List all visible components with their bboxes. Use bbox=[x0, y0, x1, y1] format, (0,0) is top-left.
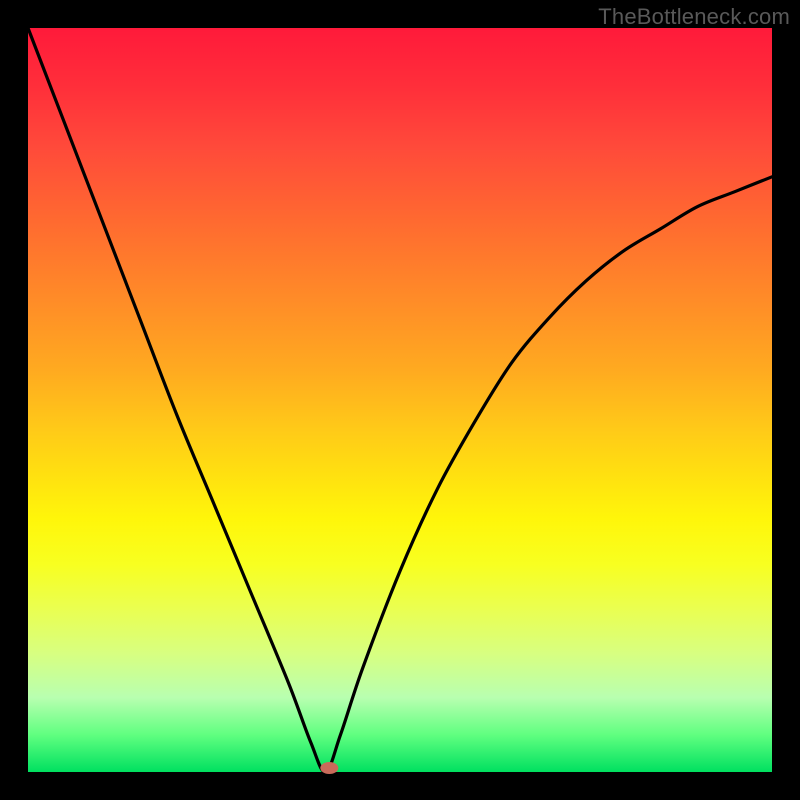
curve-svg bbox=[28, 28, 772, 772]
attribution-text: TheBottleneck.com bbox=[598, 4, 790, 30]
bottleneck-curve bbox=[28, 28, 772, 772]
plot-area bbox=[28, 28, 772, 772]
minimum-marker bbox=[320, 762, 338, 774]
chart-frame: TheBottleneck.com bbox=[0, 0, 800, 800]
